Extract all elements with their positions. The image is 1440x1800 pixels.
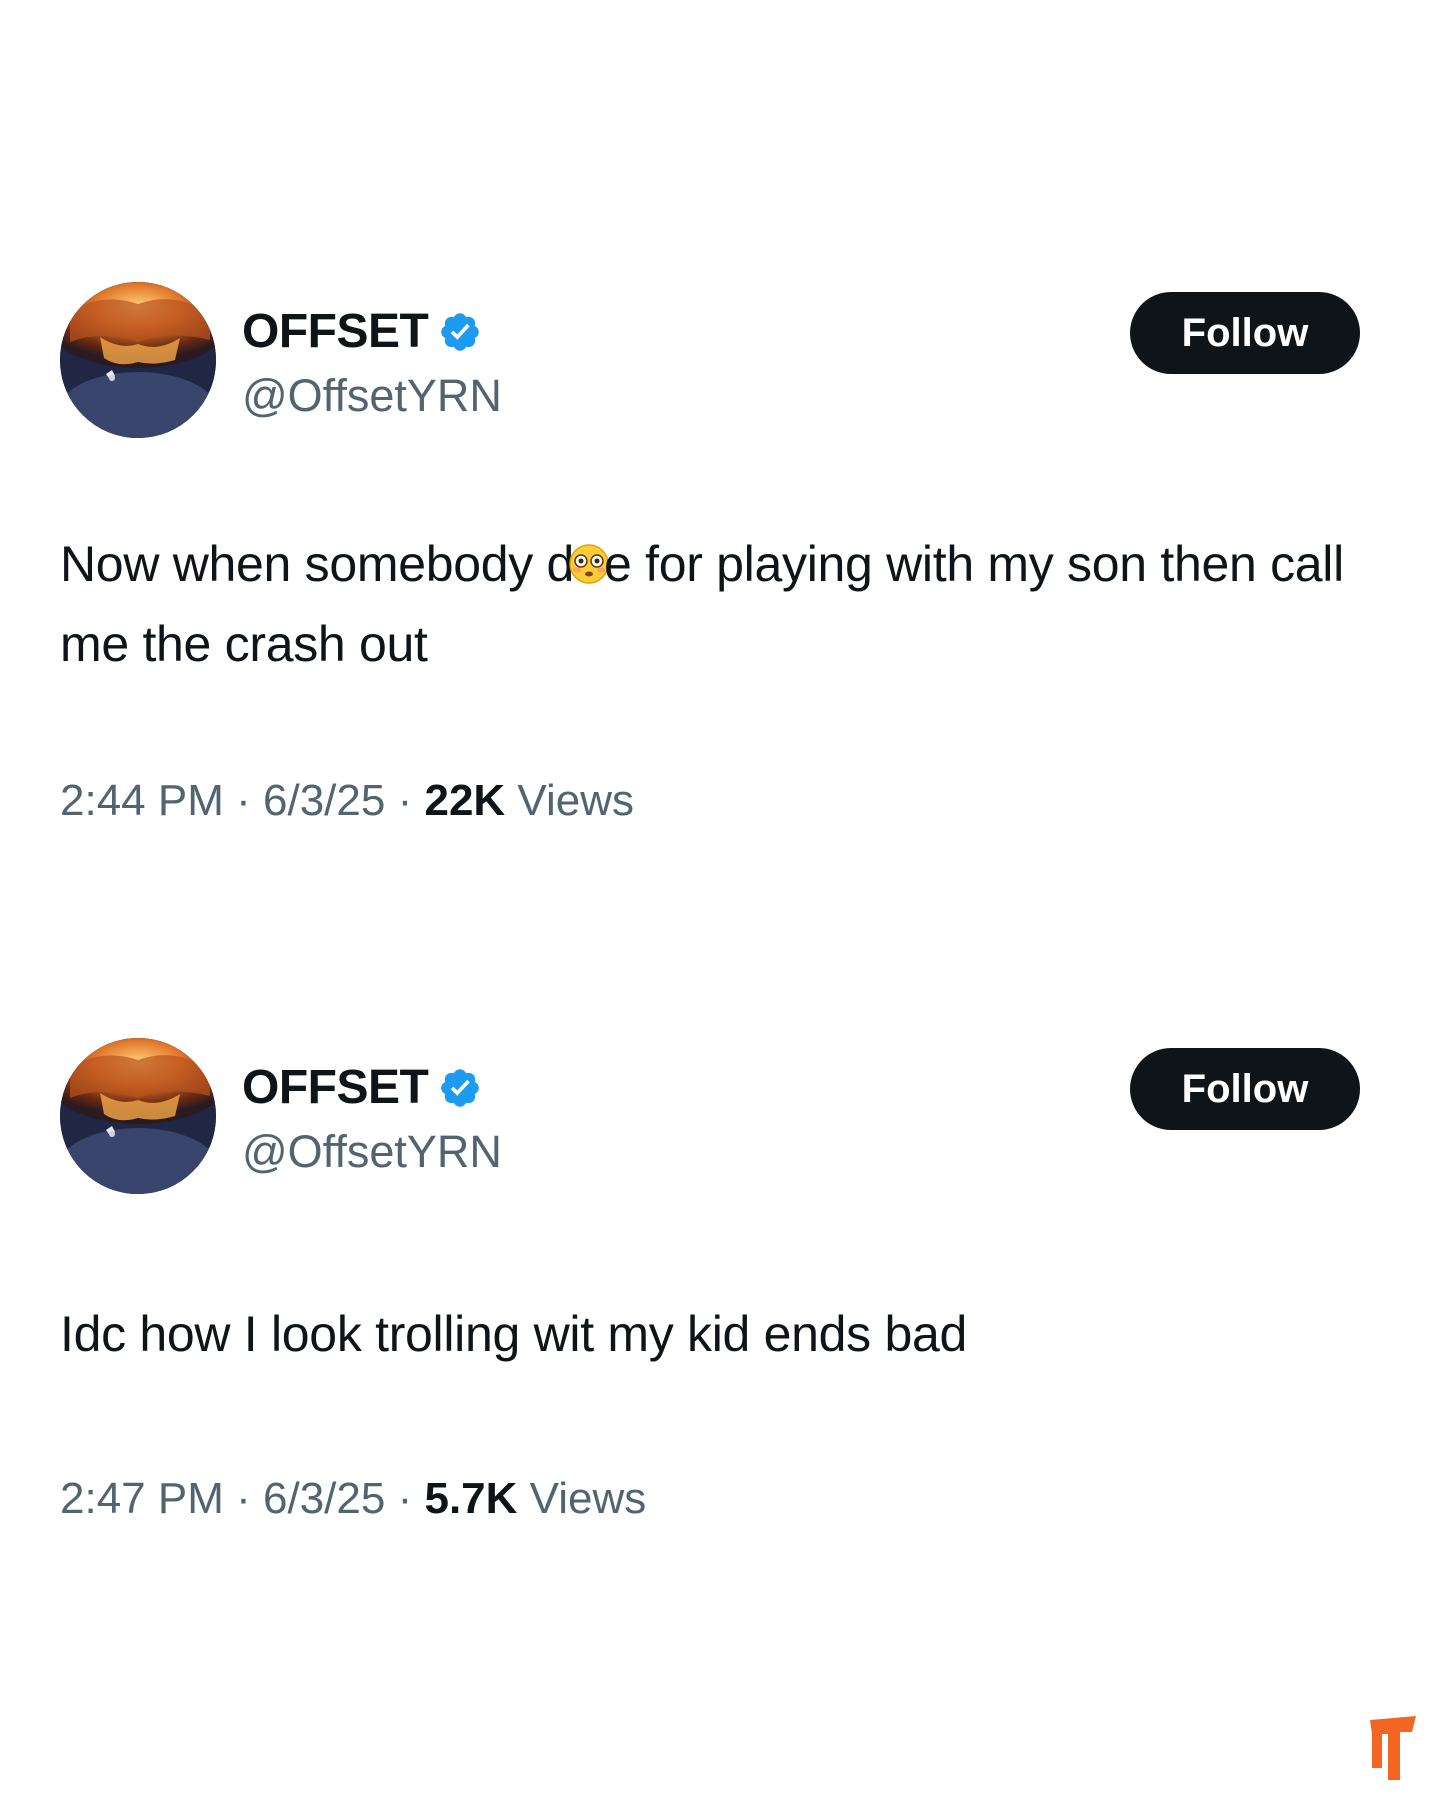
meta-separator: ·	[236, 1474, 251, 1523]
meta-separator: ·	[397, 1474, 413, 1523]
avatar[interactable]	[60, 1038, 216, 1194]
tweet-date[interactable]: 6/3/25	[263, 776, 385, 825]
display-name[interactable]: OFFSET	[242, 304, 429, 360]
author-names: OFFSET @OffsetYRN	[242, 1060, 502, 1182]
follow-button[interactable]: Follow	[1130, 1048, 1360, 1130]
tweet-time[interactable]: 2:44 PM	[60, 776, 224, 825]
tweet-card: OFFSET @OffsetYRN Follow Now when somebo…	[60, 282, 1360, 828]
verified-badge-icon	[438, 1066, 482, 1110]
tweet-meta: 2:44 PM · 6/3/25 · 22K Views	[60, 774, 1360, 828]
views-label: Views	[517, 776, 634, 825]
tweet-time[interactable]: 2:47 PM	[60, 1474, 224, 1523]
tweet-date[interactable]: 6/3/25	[263, 1474, 385, 1523]
meta-separator: ·	[236, 776, 251, 825]
tweet-header: OFFSET @OffsetYRN Follow	[60, 282, 1360, 442]
tweet-meta: 2:47 PM · 6/3/25 · 5.7K Views	[60, 1472, 1360, 1526]
follow-button[interactable]: Follow	[1130, 292, 1360, 374]
brand-logo-icon	[1366, 1714, 1420, 1784]
display-name[interactable]: OFFSET	[242, 1060, 429, 1116]
author-names: OFFSET @OffsetYRN	[242, 304, 502, 426]
tweet-text: Idc how I look trolling wit my kid ends …	[60, 1306, 967, 1362]
tweet-text: Now when somebody de for playing with my…	[60, 524, 1360, 684]
views-count: 5.7K	[424, 1474, 518, 1523]
avatar-image	[60, 1038, 216, 1194]
avatar[interactable]	[60, 282, 216, 438]
user-handle[interactable]: @OffsetYRN	[242, 1122, 502, 1182]
tweet-text-part: Now when somebody d	[60, 536, 575, 592]
tweet-header: OFFSET @OffsetYRN Follow	[60, 1038, 1360, 1198]
tweet-card: OFFSET @OffsetYRN Follow Idc how I look …	[60, 1038, 1360, 1526]
views-count: 22K	[424, 776, 506, 825]
display-name-row: OFFSET	[242, 1060, 502, 1116]
meta-separator: ·	[397, 776, 413, 825]
user-handle[interactable]: @OffsetYRN	[242, 366, 502, 426]
avatar-image	[60, 282, 216, 438]
display-name-row: OFFSET	[242, 304, 502, 360]
verified-badge-icon	[438, 310, 482, 354]
views-label: Views	[529, 1474, 647, 1523]
